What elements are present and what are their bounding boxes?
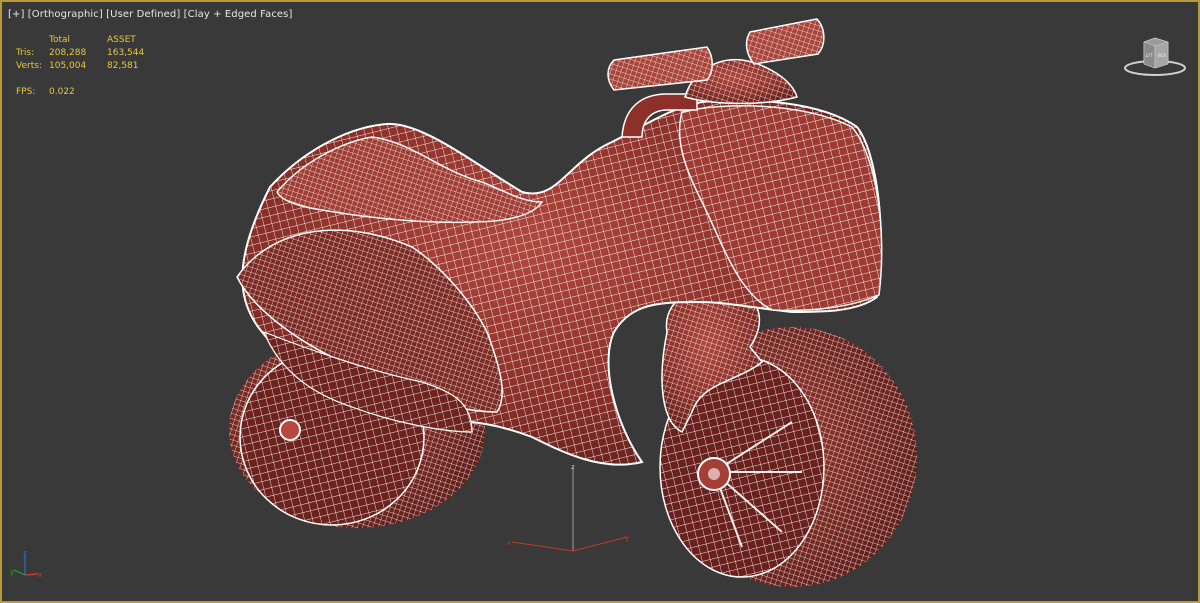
tris-label: Tris: [16,48,35,58]
tris-total: 208,288 [49,48,87,58]
fps-value: 0.022 [49,87,75,97]
verts-label: Verts: [16,61,42,71]
origin-z-label: z [571,463,575,471]
tripod-y-label: y [10,568,14,576]
verts-total: 105,004 [49,61,87,71]
tris-asset: 163,544 [107,48,145,58]
viewport-label: [+] [Orthographic] [User Defined] [Clay … [8,9,293,20]
camera-mode-menu[interactable]: [User Defined] [106,9,180,20]
fps-label: FPS: [16,87,36,97]
tripod-x-label: x [38,571,42,579]
stats-header-total: Total [49,35,71,45]
stats-header-asset: ASSET [107,35,136,45]
handlebar [607,18,825,105]
viewport-plus-menu[interactable]: [+] [8,9,24,20]
viewcube[interactable]: LFT BCK [1122,32,1188,78]
tripod-z-label: z [23,549,27,557]
axis-tripod: z y x [10,549,42,579]
viewcube-left-label: LFT [1146,53,1153,58]
model-view[interactable]: z x y z y x [2,2,1200,603]
perspective-viewport[interactable]: z x y z y x [+] [Orthographic] [User Def… [0,0,1200,603]
world-origin-gizmo: z x y [507,463,629,552]
view-mode-menu[interactable]: [Orthographic] [28,9,103,20]
shading-mode-menu[interactable]: [Clay + Edged Faces] [184,9,293,20]
origin-x-label: x [507,539,511,547]
viewcube-right-label: BCK [1158,53,1166,58]
verts-asset: 82,581 [107,61,139,71]
origin-y-label: y [625,534,629,542]
